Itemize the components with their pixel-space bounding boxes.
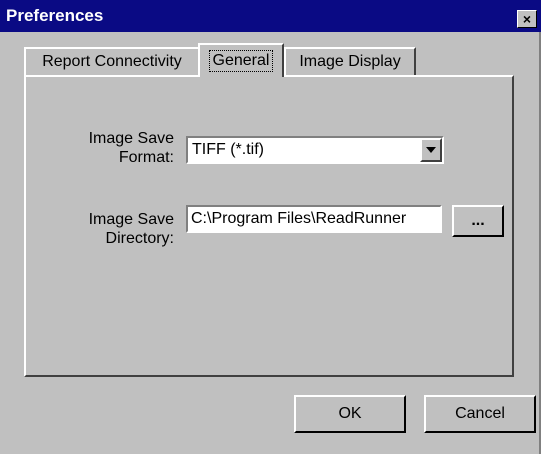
tab-image-display[interactable]: Image Display xyxy=(284,47,416,75)
ok-button[interactable]: OK xyxy=(294,395,406,433)
browse-button[interactable]: ... xyxy=(452,205,504,237)
image-save-format-select[interactable]: TIFF (*.tif) xyxy=(186,136,444,164)
title-bar[interactable]: Preferences × xyxy=(0,0,541,32)
cancel-button[interactable]: Cancel xyxy=(424,395,536,433)
general-panel: Image Save Format: TIFF (*.tif) Image Sa… xyxy=(24,75,514,377)
image-save-directory-input[interactable] xyxy=(186,205,442,233)
tab-general[interactable]: General xyxy=(198,43,284,77)
close-button[interactable]: × xyxy=(517,10,537,28)
tab-label: Image Display xyxy=(299,53,401,70)
dropdown-button[interactable] xyxy=(420,138,442,162)
close-icon: × xyxy=(522,11,532,27)
tab-report-connectivity[interactable]: Report Connectivity xyxy=(24,47,200,75)
format-selected-value: TIFF (*.tif) xyxy=(192,141,264,158)
window-title: Preferences xyxy=(6,6,104,25)
preferences-dialog: Preferences × Report Connectivity Genera… xyxy=(0,0,541,454)
image-save-format-label: Image Save Format: xyxy=(88,130,174,166)
tab-label: Report Connectivity xyxy=(42,53,182,70)
image-save-directory-label: Image Save Directory: xyxy=(88,211,174,247)
tab-label: General xyxy=(208,50,274,72)
dropdown-arrow-icon xyxy=(426,147,436,153)
